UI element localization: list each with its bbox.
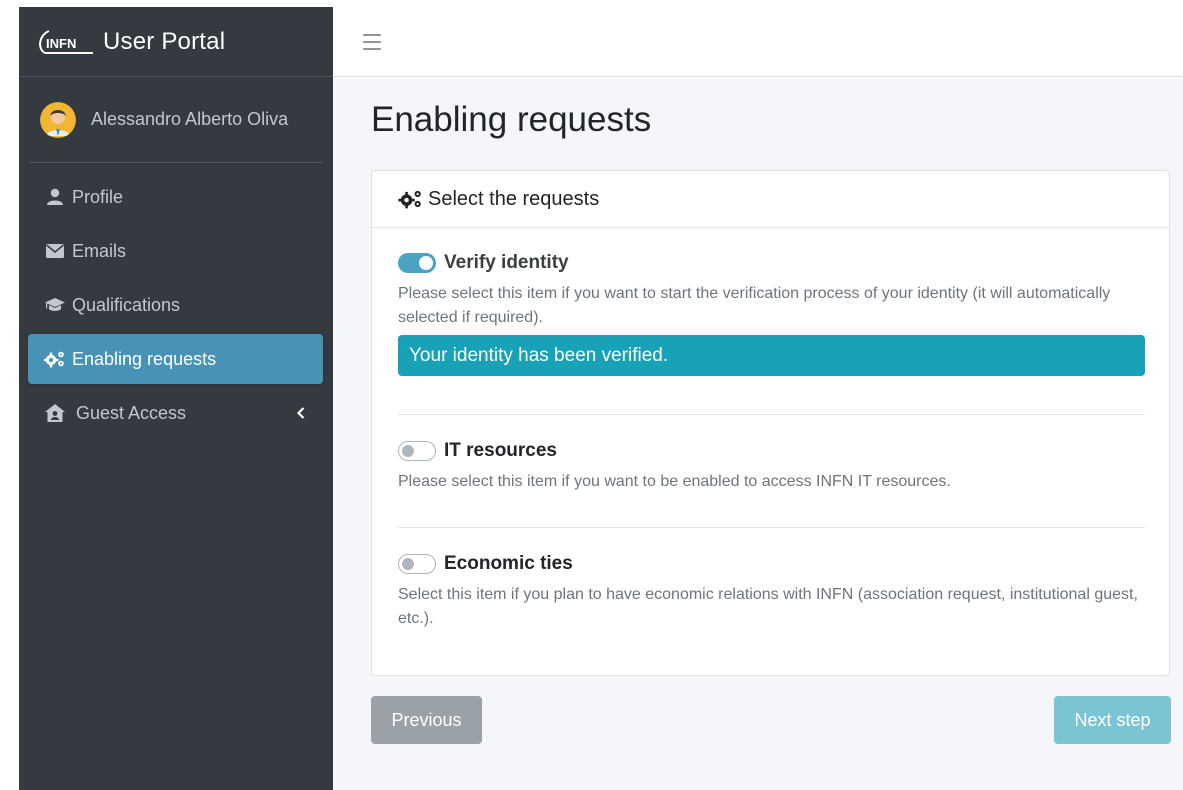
sidebar-item-label: Emails: [72, 240, 127, 261]
page-title: Enabling requests: [371, 100, 652, 139]
request-label[interactable]: Economic ties: [444, 553, 573, 575]
request-verify-identity: Verify identity Please select this item …: [398, 250, 1145, 376]
sidebar-item-guest-access[interactable]: Guest Access: [28, 388, 323, 438]
hamburger-icon[interactable]: [363, 33, 381, 50]
divider: [398, 527, 1145, 528]
switch-row: IT resources: [398, 438, 1145, 464]
cogs-icon: [44, 348, 66, 370]
house-user-icon: [44, 402, 66, 424]
request-label[interactable]: IT resources: [444, 440, 557, 462]
infn-logo: INFN: [35, 27, 97, 57]
request-description: Please select this item if you want to s…: [398, 285, 1111, 326]
economic-ties-toggle[interactable]: [398, 554, 436, 574]
identity-verified-alert: Your identity has been verified.: [398, 335, 1145, 376]
verify-identity-toggle[interactable]: [398, 253, 436, 273]
main-content: Enabling requests Select the requests Ve…: [333, 78, 1183, 790]
sidebar: INFN User Portal Alessandro Alberto Oliv…: [19, 7, 333, 790]
next-step-button[interactable]: Next step: [1054, 696, 1171, 744]
request-label[interactable]: Verify identity: [444, 252, 569, 274]
user-icon: [44, 186, 66, 208]
card-header: Select the requests: [372, 171, 1169, 228]
it-resources-toggle[interactable]: [398, 441, 436, 461]
requests-card: Select the requests Verify identity Plea…: [371, 170, 1170, 676]
request-economic-ties: Economic ties Select this item if you pl…: [398, 551, 1145, 631]
envelope-icon: [44, 240, 66, 262]
switch-row: Economic ties: [398, 551, 1145, 577]
previous-button[interactable]: Previous: [371, 696, 482, 744]
app-title: User Portal: [103, 27, 226, 55]
request-description: Please select this item if you want to b…: [398, 473, 951, 490]
sidebar-item-profile[interactable]: Profile: [28, 172, 323, 222]
sidebar-item-qualifications[interactable]: Qualifications: [28, 280, 323, 330]
cogs-icon: [398, 189, 424, 209]
graduation-cap-icon: [44, 294, 66, 316]
switch-row: Verify identity: [398, 250, 1145, 276]
sidebar-item-label: Guest Access: [76, 402, 187, 423]
request-description: Select this item if you plan to have eco…: [398, 586, 1138, 627]
top-navbar: [333, 7, 1183, 77]
request-it-resources: IT resources Please select this item if …: [398, 438, 1145, 494]
sidebar-item-emails[interactable]: Emails: [28, 226, 323, 276]
sidebar-item-label: Profile: [72, 186, 124, 207]
sidebar-item-label: Qualifications: [72, 294, 181, 315]
svg-text:INFN: INFN: [46, 36, 76, 51]
user-name: Alessandro Alberto Oliva: [91, 109, 289, 129]
user-panel[interactable]: Alessandro Alberto Oliva: [29, 77, 323, 163]
brand-link[interactable]: INFN User Portal: [19, 7, 333, 77]
card-title: Select the requests: [428, 187, 600, 210]
divider: [398, 414, 1145, 415]
avatar: [40, 101, 76, 138]
sidebar-item-enabling-requests[interactable]: Enabling requests: [28, 334, 323, 384]
sidebar-nav: Profile Emails Qualifications Enabling r…: [19, 163, 333, 438]
sidebar-item-label: Enabling requests: [72, 348, 217, 369]
chevron-left-icon[interactable]: [297, 407, 305, 419]
